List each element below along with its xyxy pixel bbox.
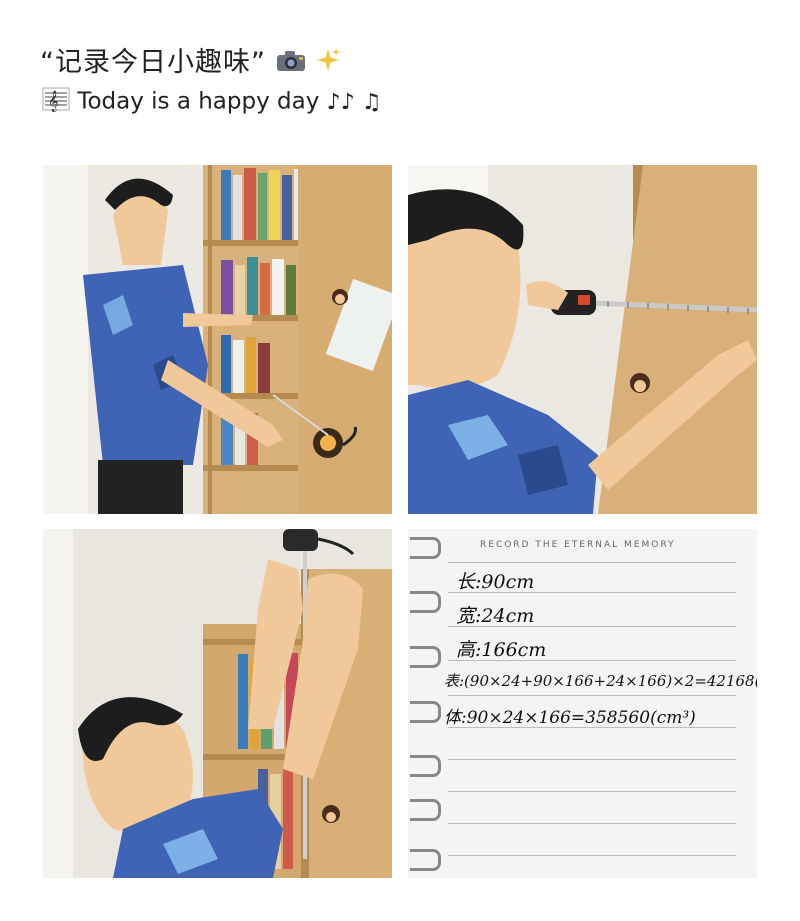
spiral-ring xyxy=(410,755,441,777)
spiral-ring xyxy=(410,646,441,668)
length-line: 长:90cm xyxy=(456,571,535,593)
page-title: “记录今日小趣味” xyxy=(40,40,341,80)
svg-text:𝄞: 𝄞 xyxy=(48,91,59,112)
surface-area-line: 表:(90×24+90×166+24×166)×2=42168(cm²) xyxy=(444,672,757,690)
ruled-line xyxy=(448,562,736,563)
music-score-icon: 𝄞 xyxy=(42,86,70,118)
spiral-ring xyxy=(410,799,441,821)
sparkles-icon xyxy=(315,47,341,80)
ruled-line xyxy=(448,791,736,792)
photo-measuring-shelf-side xyxy=(43,165,392,514)
spiral-ring xyxy=(410,537,441,559)
photo-measuring-shelf-height xyxy=(43,529,392,878)
spiral-ring xyxy=(410,849,441,871)
title-text: “记录今日小趣味” xyxy=(40,47,266,78)
music-notes-icon: ♪♪ ♫ xyxy=(326,89,382,115)
width-line: 宽:24cm xyxy=(456,605,535,627)
camera-icon xyxy=(276,48,306,79)
subtitle-text: Today is a happy day xyxy=(77,88,320,115)
photo-measuring-shelf-top xyxy=(408,165,757,514)
volume-line: 体:90×24×166=358560(cm³) xyxy=(444,708,696,728)
ruled-line xyxy=(448,759,736,760)
ruled-line xyxy=(448,855,736,856)
notebook-page: RECORD THE ETERNAL MEMORY 长:90cm 宽:24cm … xyxy=(408,529,757,878)
page-subtitle: 𝄞 Today is a happy day ♪♪ ♫ xyxy=(42,86,381,118)
notebook-heading: RECORD THE ETERNAL MEMORY xyxy=(480,540,676,550)
spiral-ring xyxy=(410,701,441,723)
ruled-line xyxy=(448,695,736,696)
photo-notebook-calculations: RECORD THE ETERNAL MEMORY 长:90cm 宽:24cm … xyxy=(408,529,757,878)
ruled-line xyxy=(448,823,736,824)
spiral-ring xyxy=(410,591,441,613)
height-line: 高:166cm xyxy=(456,639,547,661)
